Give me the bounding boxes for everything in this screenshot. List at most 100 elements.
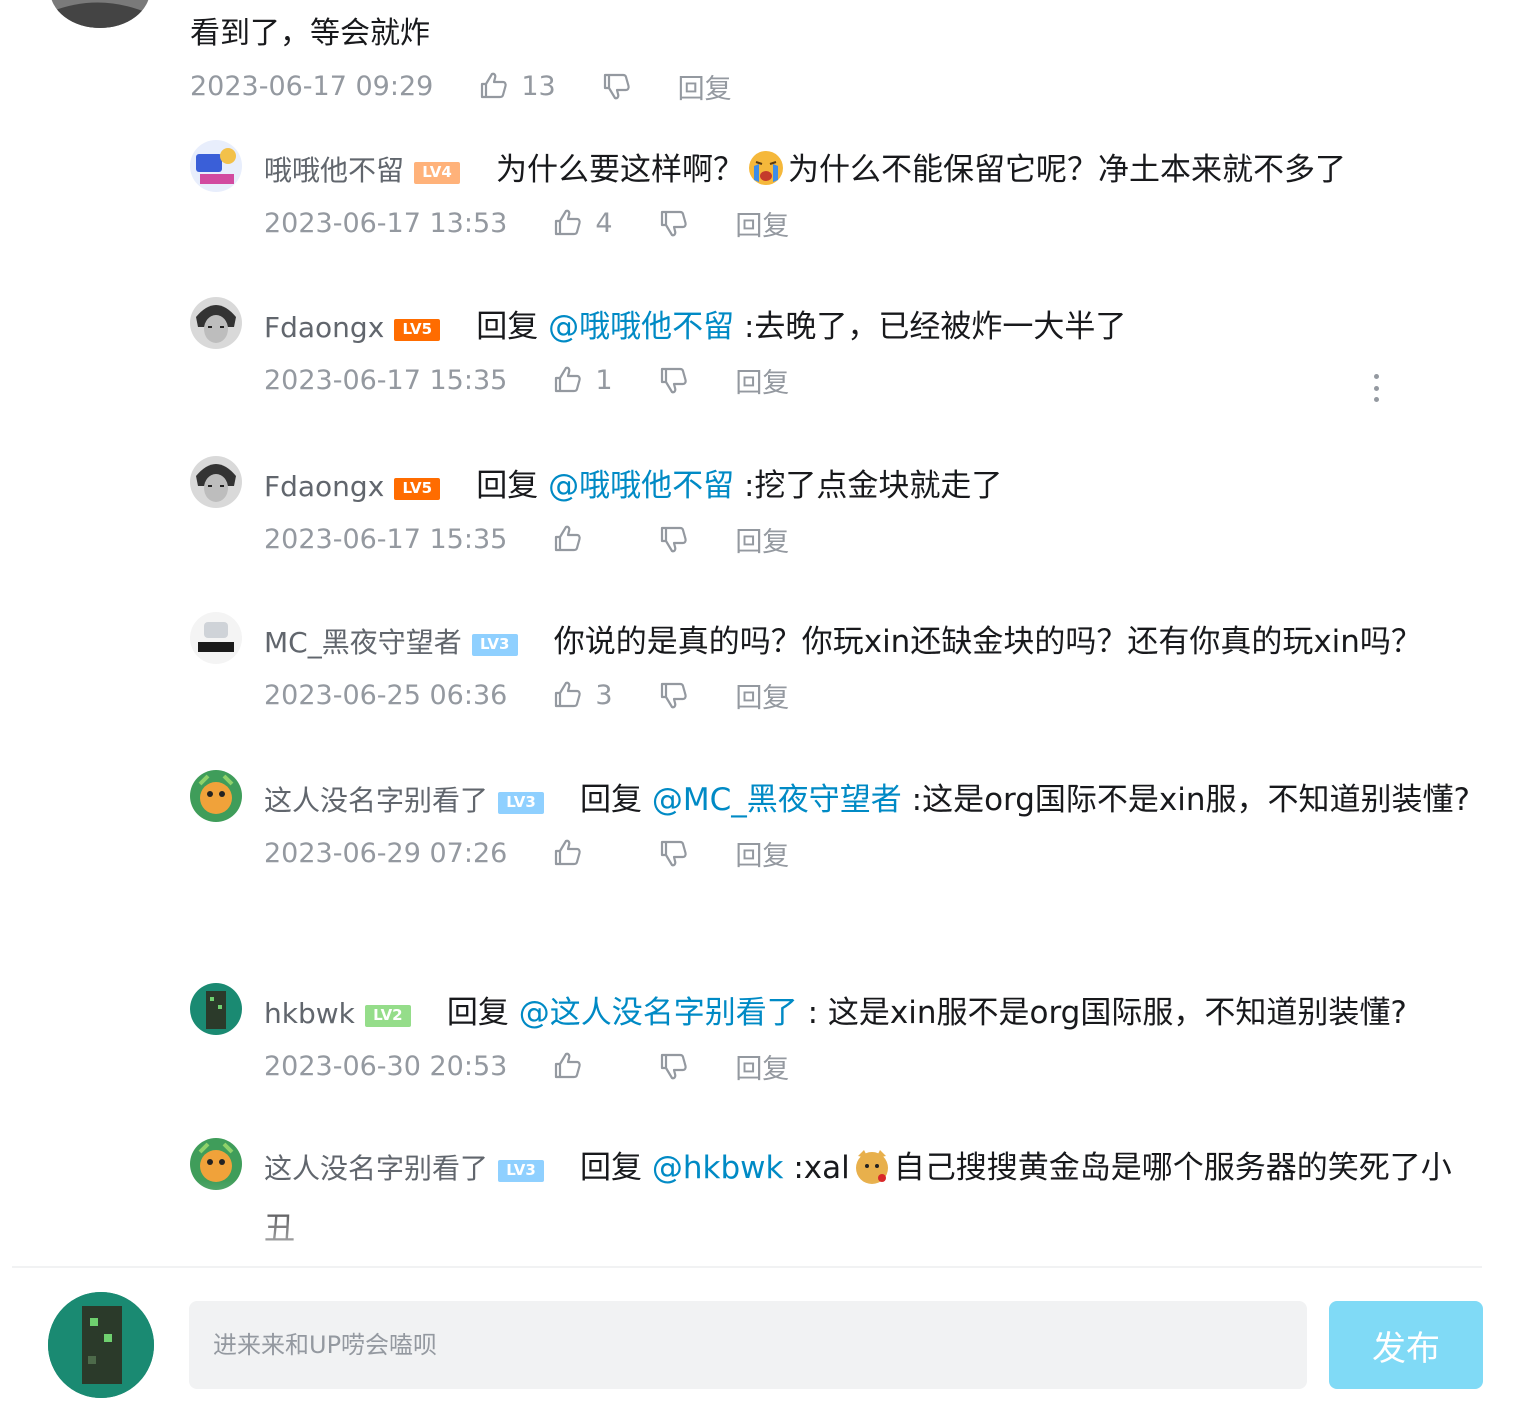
reply-prefix: 回复: [446, 995, 509, 1031]
thumb-down-icon: [661, 682, 688, 709]
thumb-down-icon: [661, 1053, 688, 1080]
like-button[interactable]: 13: [477, 69, 556, 103]
thumb-up-icon: [555, 1052, 582, 1079]
reply-prefix: 回复: [580, 1150, 643, 1186]
dislike-button[interactable]: [657, 363, 691, 397]
reply-button[interactable]: 回复: [735, 204, 789, 243]
reply-button[interactable]: 回复: [735, 1047, 789, 1086]
username[interactable]: hkbwk: [264, 997, 355, 1030]
thumb-down-icon: [661, 526, 688, 553]
mention-link[interactable]: @哦哦他不留: [548, 309, 734, 345]
comment-input[interactable]: [189, 1301, 1307, 1389]
level-badge: LV3: [471, 634, 518, 656]
level-badge: LV2: [364, 1005, 411, 1027]
comment-time: 2023-06-17 15:35: [264, 523, 508, 555]
like-button[interactable]: [551, 1049, 613, 1083]
reply-prefix: 回复: [580, 782, 643, 818]
root-avatar[interactable]: [50, 0, 150, 28]
reply-prefix: 回复: [476, 309, 539, 345]
like-button[interactable]: 1: [551, 363, 613, 397]
my-avatar[interactable]: [48, 1292, 154, 1398]
dislike-button[interactable]: [657, 1049, 691, 1083]
username[interactable]: MC_黑夜守望者: [264, 626, 462, 659]
mention-link[interactable]: @哦哦他不留: [548, 468, 734, 504]
reply-text: : 这是xin服不是org国际服，不知道别装懂?: [797, 995, 1407, 1031]
dislike-button[interactable]: [657, 522, 691, 556]
mention-link[interactable]: @MC_黑夜守望者: [652, 782, 902, 818]
comment-time: 2023-06-30 20:53: [264, 1050, 508, 1082]
avatar[interactable]: [190, 612, 242, 664]
crying-emoji-icon: [749, 151, 784, 185]
avatar[interactable]: [190, 983, 242, 1035]
thumb-up-icon: [481, 72, 508, 99]
like-count: 13: [521, 70, 556, 102]
comment-meta: 2023-06-30 20:53 回复: [264, 1046, 1480, 1086]
comment-time: 2023-06-25 06:36: [264, 679, 508, 711]
dislike-button[interactable]: [657, 836, 691, 870]
dislike-button[interactable]: [657, 206, 691, 240]
username[interactable]: 哦哦他不留: [264, 154, 404, 187]
thumb-down-icon: [661, 210, 688, 237]
avatar[interactable]: [190, 456, 242, 508]
username[interactable]: Fdaongx: [264, 311, 384, 344]
dislike-button[interactable]: [657, 678, 691, 712]
reply-button[interactable]: 回复: [678, 67, 732, 106]
like-button[interactable]: 4: [551, 206, 613, 240]
publish-button[interactable]: 发布: [1329, 1301, 1483, 1389]
reply-text: :挖了点金块就走了: [734, 468, 1003, 504]
comment-composer: 发布: [0, 1266, 1526, 1414]
like-button[interactable]: [551, 836, 613, 870]
thumb-down-icon: [661, 367, 688, 394]
reply-text: 你说的是真的吗？你玩xin还缺金块的吗？还有你真的玩xin吗？: [553, 624, 1422, 660]
comment-meta: 2023-06-17 15:35 1 回复: [264, 360, 1480, 400]
thumb-up-icon: [555, 366, 582, 393]
thumb-up-icon: [555, 525, 582, 552]
like-count: 1: [595, 364, 613, 396]
level-badge: LV5: [394, 478, 441, 500]
dislike-button[interactable]: [600, 69, 634, 103]
thumb-up-icon: [555, 839, 582, 866]
like-button[interactable]: 3: [551, 678, 613, 712]
avatar[interactable]: [190, 297, 242, 349]
reply-button[interactable]: 回复: [735, 361, 789, 400]
reply-button[interactable]: 回复: [735, 834, 789, 873]
comment-time: 2023-06-17 15:35: [264, 364, 508, 396]
level-badge: LV3: [498, 1160, 545, 1182]
reply-text: 为什么不能保留它呢？净土本来就不多了: [788, 152, 1347, 188]
thumb-up-icon: [555, 681, 582, 708]
root-comment-text: 看到了，等会就炸: [190, 16, 430, 51]
thumb-down-icon: [603, 73, 630, 100]
comment-time: 2023-06-29 07:26: [264, 837, 508, 869]
like-button[interactable]: [551, 522, 613, 556]
divider: [12, 1266, 1482, 1268]
reply-button[interactable]: 回复: [735, 520, 789, 559]
username[interactable]: 这人没名字别看了: [264, 1152, 488, 1185]
reply-text-part: 为什么要这样啊？: [496, 152, 745, 188]
comment-meta: 2023-06-17 15:35 回复: [264, 519, 1480, 559]
avatar[interactable]: [190, 1138, 242, 1190]
comment-time: 2023-06-17 09:29: [190, 70, 434, 102]
root-comment-meta: 2023-06-17 09:29 13 回复: [190, 66, 732, 106]
mention-link[interactable]: @hkbwk: [652, 1150, 784, 1186]
username[interactable]: 这人没名字别看了: [264, 784, 488, 817]
level-badge: LV5: [394, 319, 441, 341]
mention-link[interactable]: @这人没名字别看了: [519, 995, 798, 1031]
comment-time: 2023-06-17 13:53: [264, 207, 508, 239]
thumb-up-icon: [555, 209, 582, 236]
reply-button[interactable]: 回复: [735, 676, 789, 715]
comment-meta: 2023-06-29 07:26 回复: [264, 833, 1480, 873]
doge-rose-emoji-icon: [855, 1150, 888, 1184]
level-badge: LV3: [498, 792, 545, 814]
avatar[interactable]: [190, 140, 242, 192]
comment-meta: 2023-06-25 06:36 3 回复: [264, 675, 1480, 715]
username[interactable]: Fdaongx: [264, 470, 384, 503]
more-options-icon[interactable]: [1366, 370, 1386, 406]
thumb-down-icon: [661, 840, 688, 867]
avatar[interactable]: [190, 770, 242, 822]
like-count: 3: [595, 679, 613, 711]
reply-text: :去晚了，已经被炸一大半了: [734, 309, 1127, 345]
reply-prefix: 回复: [476, 468, 539, 504]
reply-text: :这是org国际不是xin服，不知道别装懂?: [901, 782, 1470, 818]
comment-meta: 2023-06-17 13:53 4 回复: [264, 203, 1480, 243]
level-badge: LV4: [414, 162, 461, 184]
